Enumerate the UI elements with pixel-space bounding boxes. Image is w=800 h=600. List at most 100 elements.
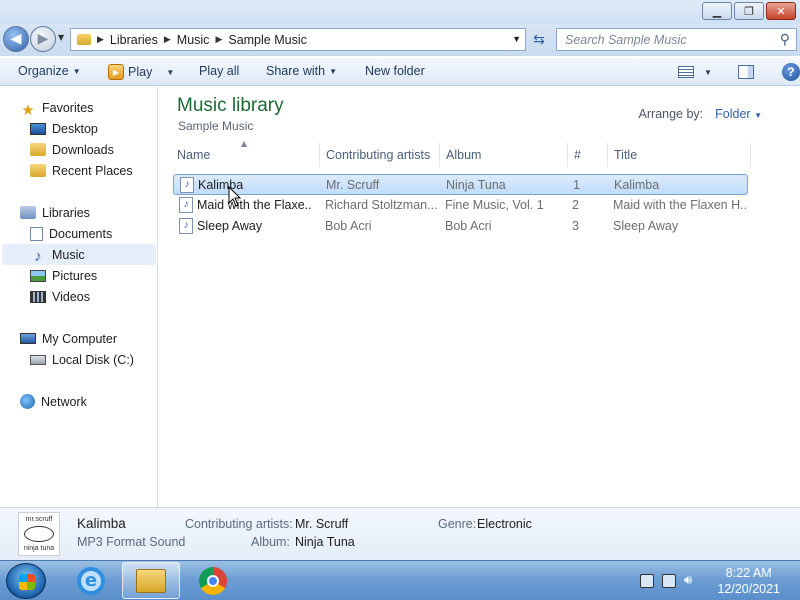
new-folder-button[interactable]: New folder [365,64,425,78]
details-artists-label: Contributing artists: [185,517,293,531]
recent-places-icon [30,164,46,177]
system-clock[interactable]: 8:22 AM 12/20/2021 [717,565,780,597]
nav-my-computer-label: My Computer [42,331,118,346]
minimize-button[interactable]: ▁ [702,2,732,20]
nav-videos-label: Videos [52,289,90,304]
mouse-cursor-icon [228,185,242,207]
documents-icon [30,226,43,241]
nav-network-label: Network [41,394,87,409]
hard-disk-icon [30,354,46,365]
column-header-album[interactable]: Album [440,143,568,167]
nav-network[interactable]: Network [20,391,87,412]
start-button[interactable] [6,563,46,599]
back-button[interactable]: ◀ [3,26,29,52]
clock-time: 8:22 AM [725,566,772,580]
change-view-icon[interactable] [678,66,694,78]
nav-pictures[interactable]: Pictures [30,265,97,286]
nav-videos[interactable]: Videos [30,286,90,307]
column-header-title[interactable]: Title [608,143,751,167]
music-note-icon: ♪ [34,247,42,265]
maximize-button[interactable]: ❐ [734,2,764,20]
cell-name: Kalimba [198,178,244,192]
column-header-artists[interactable]: Contributing artists [320,143,440,167]
details-album-value[interactable]: Ninja Tuna [295,535,355,549]
chevron-down-icon[interactable]: ▼ [704,68,712,77]
breadcrumb-separator-icon[interactable]: ▶ [215,34,222,45]
details-genre-value[interactable]: Electronic [477,517,532,531]
chevron-down-icon: ▼ [754,111,762,120]
nav-local-disk[interactable]: Local Disk (C:) [30,349,134,370]
breadcrumb-libraries[interactable]: Libraries [110,33,158,47]
arrange-by: Arrange by: Folder ▼ [639,107,762,121]
column-header-number[interactable]: # [568,143,608,167]
audio-file-icon: ♪ [180,177,194,193]
audio-file-icon: ♪ [179,218,193,234]
details-artists-value[interactable]: Mr. Scruff [295,517,348,531]
search-icon[interactable]: ⚲ [780,31,790,48]
details-genre-label: Genre: [438,517,477,531]
breadcrumb-separator-icon[interactable]: ▶ [164,34,171,45]
recent-pages-dropdown[interactable]: ▼ [58,33,64,42]
taskbar: e 🔊︎ 8:22 AM 12/20/2021 [0,560,800,600]
chrome-icon [199,566,227,595]
cell-title: Kalimba [614,178,660,192]
command-bar: Organize ▼ ▶ Play ▼ Play all Share with … [0,58,800,86]
table-row[interactable]: ♪ Maid with the Flaxe... Richard Stoltzm… [173,195,748,216]
cell-name: Maid with the Flaxe... [197,198,312,212]
breadcrumb-separator-icon[interactable]: ▶ [97,34,104,45]
search-input[interactable]: Search Sample Music ⚲ [556,28,797,51]
share-with-button[interactable]: Share with ▼ [266,64,337,78]
nav-desktop[interactable]: Desktop [30,118,98,139]
network-status-icon[interactable] [662,573,676,588]
volume-icon[interactable]: 🔊︎ [684,573,692,588]
taskbar-chrome[interactable] [184,562,242,599]
cell-album: Ninja Tuna [446,178,506,192]
breadcrumb-sample-music[interactable]: Sample Music [228,33,307,47]
table-row[interactable]: ♪ Sleep Away Bob Acri Bob Acri 3 Sleep A… [173,216,748,237]
table-row[interactable]: ♪ Kalimba Mr. Scruff Ninja Tuna 1 Kalimb… [173,174,748,195]
nav-favorites-label: Favorites [42,100,94,115]
nav-libraries[interactable]: Libraries [20,202,90,223]
internet-explorer-icon: e [77,566,105,595]
column-header-name[interactable]: Name [171,143,320,167]
cell-name: Sleep Away [197,219,263,233]
help-icon[interactable]: ? [781,63,800,81]
address-dropdown-icon[interactable]: ▼ [512,34,521,44]
chevron-down-icon: ▼ [72,66,81,76]
libraries-icon [20,206,36,219]
nav-favorites[interactable]: ★ Favorites [20,97,94,119]
taskbar-internet-explorer[interactable]: e [62,562,120,599]
address-bar[interactable]: ▶ Libraries ▶ Music ▶ Sample Music ▼ [70,28,526,51]
downloads-folder-icon [30,143,46,156]
taskbar-windows-explorer[interactable] [122,562,180,599]
window-controls: ▁ ❐ ✕ [702,2,796,20]
computer-icon [20,333,36,344]
album-art-drawing [24,526,54,542]
forward-button[interactable]: ▶ [30,26,56,52]
play-all-button[interactable]: Play all [199,64,239,78]
album-art-text: mr.scruff [25,516,53,523]
preview-pane-icon[interactable] [737,65,754,79]
refresh-icon[interactable]: ⇆ [528,28,550,51]
nav-recent-places[interactable]: Recent Places [30,160,133,181]
nav-music[interactable]: ♪ Music [2,244,156,265]
organize-button[interactable]: Organize ▼ [18,64,81,78]
close-button[interactable]: ✕ [766,2,796,20]
cell-title: Sleep Away [613,219,679,233]
nav-downloads[interactable]: Downloads [30,139,114,160]
arrange-by-dropdown[interactable]: Folder ▼ [715,107,762,121]
nav-libraries-label: Libraries [42,205,90,220]
column-header-label: # [574,148,581,162]
desktop-icon [30,122,46,135]
album-art-text: ninja tuna [23,545,55,552]
file-list-pane: Music library Sample Music Arrange by: F… [159,87,800,507]
column-header-label: Contributing artists [326,148,431,162]
nav-documents[interactable]: Documents [30,223,112,244]
breadcrumb-music[interactable]: Music [177,33,210,47]
play-button[interactable]: ▶ Play ▼ [108,64,174,80]
new-folder-label: New folder [365,64,425,78]
nav-my-computer[interactable]: My Computer [20,328,117,349]
chevron-down-icon[interactable]: ▼ [166,68,174,77]
action-center-icon[interactable] [640,573,654,588]
cell-album: Bob Acri [445,219,492,233]
